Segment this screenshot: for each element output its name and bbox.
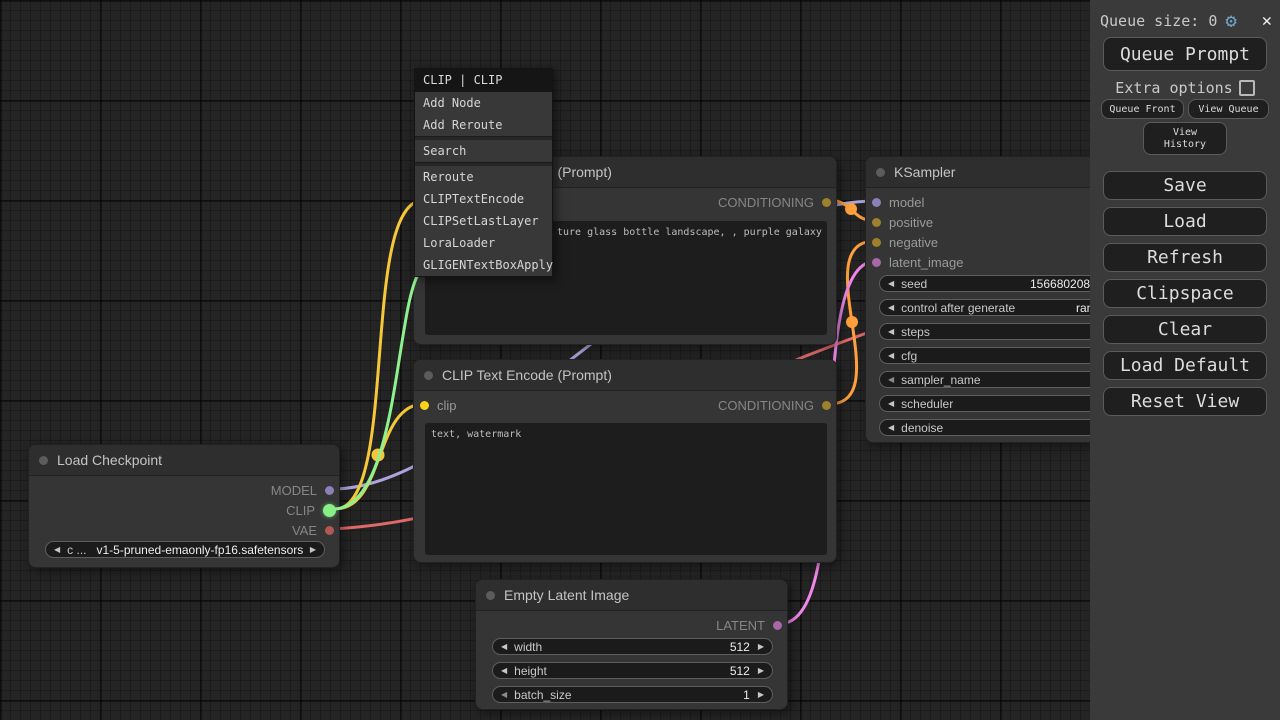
context-menu: CLIP | CLIP Add Node Add Reroute Search … [414,68,553,277]
menu-item-add-node[interactable]: Add Node [415,92,552,114]
refresh-button[interactable]: Refresh [1103,243,1267,272]
clipspace-button[interactable]: Clipspace [1103,279,1267,308]
queue-sidebar: Queue size: 0 ⚙ ✕ Queue Prompt Extra opt… [1090,0,1280,720]
link-clip-dragging [335,270,421,509]
menu-item-clipsetlastlayer[interactable]: CLIPSetLastLayer [415,210,552,232]
clear-button[interactable]: Clear [1103,315,1267,344]
drag-link-canvas [0,0,1280,720]
extra-options-label: Extra options [1115,79,1232,97]
close-icon[interactable]: ✕ [1262,11,1272,31]
menu-item-loraloader[interactable]: LoraLoader [415,232,552,254]
queue-prompt-button[interactable]: Queue Prompt [1103,37,1267,71]
save-button[interactable]: Save [1103,171,1267,200]
queue-size-label: Queue size: 0 [1100,12,1217,30]
menu-item-search[interactable]: Search [415,140,552,162]
menu-item-reroute[interactable]: Reroute [415,166,552,188]
menu-item-add-reroute[interactable]: Add Reroute [415,114,552,136]
load-button[interactable]: Load [1103,207,1267,236]
context-menu-header: CLIP | CLIP [415,69,552,92]
view-history-line2: History [1164,139,1206,150]
extra-options-checkbox[interactable] [1239,80,1255,96]
view-queue-button[interactable]: View Queue [1188,99,1269,119]
view-history-line1: View [1173,127,1197,138]
view-history-button[interactable]: View History [1143,122,1227,155]
reset-view-button[interactable]: Reset View [1103,387,1267,416]
settings-gear-icon[interactable]: ⚙ [1225,11,1236,31]
menu-item-cliptextencode[interactable]: CLIPTextEncode [415,188,552,210]
load-default-button[interactable]: Load Default [1103,351,1267,380]
queue-front-button[interactable]: Queue Front [1101,99,1184,119]
menu-item-gligentextboxapply[interactable]: GLIGENTextBoxApply [415,254,552,276]
